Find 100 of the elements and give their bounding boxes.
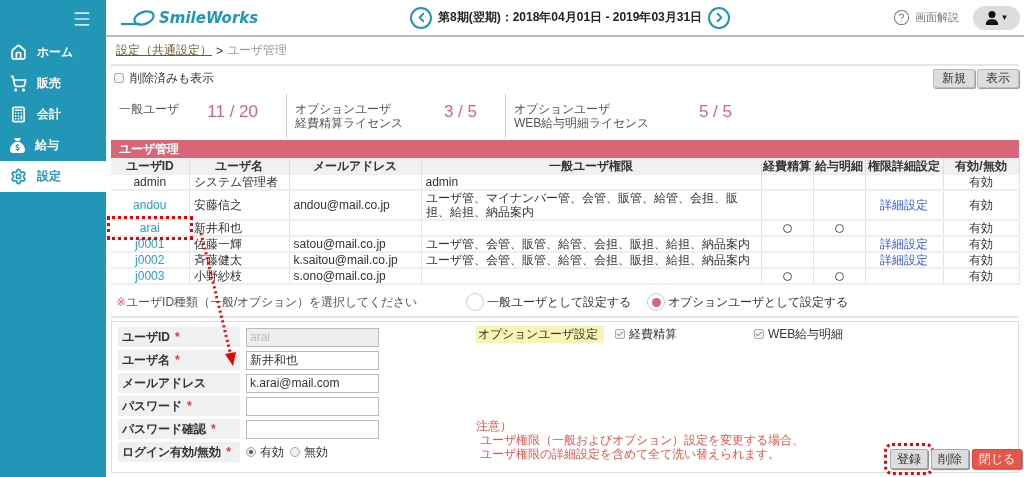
home-icon (10, 44, 27, 61)
input-field[interactable] (246, 396, 379, 416)
radio-button[interactable] (246, 447, 256, 457)
show-deleted-label: 削除済みも表示 (130, 69, 214, 87)
table-cell: 有効 (943, 175, 1019, 190)
next-period-button[interactable] (708, 6, 731, 29)
sidebar-item[interactable]: 会計 (0, 99, 106, 130)
action-button[interactable]: 削除 (931, 449, 969, 469)
breadcrumb-current: ユーザ管理 (227, 42, 287, 59)
license-count: 11 / 20 (207, 102, 258, 123)
field-label: パスワード (122, 397, 182, 415)
table-cell: 有効 (943, 190, 1019, 220)
detail-settings-link[interactable]: 詳細設定 (880, 237, 928, 251)
table-cell: andou@mail.co.jp (289, 190, 421, 220)
user-id-link[interactable]: andou (133, 198, 167, 212)
table-cell: admin (111, 175, 189, 190)
required-mark: * (175, 353, 180, 367)
radio-label: オプションユーザとして設定する (668, 293, 848, 311)
table-cell: 新井和也 (189, 220, 289, 236)
table-cell: 有効 (943, 268, 1019, 284)
license-label: 一般ユーザ (119, 102, 179, 118)
logo-text: SmileWorks (159, 8, 259, 27)
checkbox[interactable] (754, 329, 764, 339)
detail-settings-link[interactable]: 詳細設定 (880, 198, 928, 212)
column-header: ユーザID (111, 158, 189, 175)
column-header: メールアドレス (289, 158, 421, 175)
toolbar-button[interactable]: 表示 (977, 68, 1019, 88)
field-label: ユーザID (122, 328, 170, 346)
radio-button[interactable] (647, 293, 665, 311)
field-label: パスワード確認 (122, 420, 206, 438)
sidebar-item[interactable]: 設定 (0, 161, 106, 192)
license-label: オプションユーザ WEB給与明細ライセンス (514, 102, 650, 132)
table-cell: 佐藤一輝 (189, 236, 289, 252)
input-field[interactable]: 新井和也 (246, 350, 379, 370)
column-header: 一般ユーザ権限 (421, 158, 761, 175)
user-id-link[interactable]: j0003 (135, 269, 165, 283)
sidebar-item[interactable]: ホーム (0, 37, 106, 68)
license-label: オプションユーザ 経費精算ライセンス (295, 102, 403, 132)
required-mark: * (175, 330, 180, 344)
breadcrumb-separator: > (216, 43, 223, 58)
show-deleted-checkbox[interactable] (114, 73, 124, 83)
sidebar-item[interactable]: 給与 (0, 130, 106, 161)
table-cell: 有効 (943, 220, 1019, 236)
option-settings-label: オプションユーザ設定 (476, 325, 604, 343)
user-id-link[interactable]: j0002 (135, 253, 165, 267)
money-bag-icon (10, 138, 25, 153)
radio-label: 有効 (260, 443, 284, 461)
table-cell: admin (421, 175, 761, 190)
field-label: ユーザ名 (122, 351, 170, 369)
breadcrumb-link[interactable]: 設定（共通設定） (116, 42, 212, 59)
table-cell: 有効 (943, 252, 1019, 268)
period-title: 第8期(翌期)：2018年04月01日 - 2019年03月31日 (438, 9, 703, 26)
settings-icon (10, 168, 27, 185)
help-link[interactable]: 画面解説 (893, 9, 959, 26)
table-cell: 斉藤健太 (189, 252, 289, 268)
radio-label: 無効 (304, 443, 328, 461)
user-icon (984, 10, 999, 25)
action-button[interactable]: 閉じる (972, 449, 1022, 469)
radio-button[interactable] (466, 293, 484, 311)
table-title: ユーザ管理 (111, 140, 1019, 158)
checkbox-label: 経費精算 (629, 325, 677, 343)
table-cell: s.ono@mail.co.jp (289, 268, 421, 284)
required-mark: * (211, 422, 216, 436)
table-cell: satou@mail.co.jp (289, 236, 421, 252)
cart-icon (10, 75, 27, 92)
table-cell: ユーザ管、会管、販管、給管、会担、販担、給担、納品案内 (421, 236, 761, 252)
help-icon (893, 9, 910, 26)
table-cell: k.saitou@mail.co.jp (289, 252, 421, 268)
table-cell: システム管理者 (189, 175, 289, 190)
checkbox-label: WEB給与明細 (768, 325, 844, 343)
column-header: 権限詳細設定 (865, 158, 943, 175)
user-menu-button[interactable]: ▼ (973, 5, 1020, 30)
table-cell: ユーザ管、マイナンバー管、会管、販管、給管、会担、販担、給担、納品案内 (421, 190, 761, 220)
radio-button[interactable] (290, 447, 300, 457)
required-mark: * (226, 445, 231, 459)
field-label: メールアドレス (122, 374, 206, 392)
table-cell: 有効 (943, 236, 1019, 252)
logo-icon (120, 8, 156, 27)
table-cell: ユーザ管、会管、販管、給管、会担、販担、給担、納品案内 (421, 252, 761, 268)
calculator-icon (10, 106, 27, 123)
license-count: 5 / 5 (698, 102, 732, 123)
toolbar-button[interactable]: 新規 (933, 68, 975, 88)
column-header: ユーザ名 (189, 158, 289, 175)
input-field[interactable]: k.arai@mail.com (246, 373, 379, 393)
sidebar-item[interactable]: 販売 (0, 68, 106, 99)
required-mark: * (187, 399, 192, 413)
column-header: 経費精算 (761, 158, 813, 175)
user-id-link[interactable]: arai (139, 221, 160, 235)
input-field[interactable] (246, 419, 379, 439)
license-count: 3 / 5 (443, 102, 477, 123)
field-label: ログイン有効/無効 (122, 443, 222, 461)
radio-label: 一般ユーザとして設定する (487, 293, 631, 311)
previous-period-button[interactable] (410, 6, 432, 29)
table-cell: 小野紗枝 (189, 268, 289, 284)
detail-settings-link[interactable]: 詳細設定 (880, 253, 928, 267)
notice-text: 注意） ユーザ権限（一般およびオプション）設定を変更する場合、 ユーザ権限の詳細設定を含めて全て洗い替えられます。 (476, 419, 804, 461)
column-header: 有効/無効 (943, 158, 1019, 175)
checkbox[interactable] (615, 329, 625, 339)
column-header: 給与明細 (813, 158, 865, 175)
table-cell: 安藤信之 (189, 190, 289, 220)
